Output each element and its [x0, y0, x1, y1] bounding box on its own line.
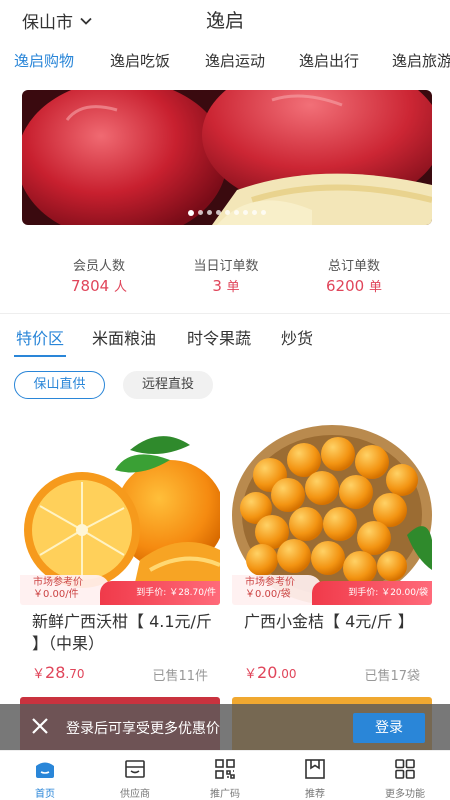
stat-value: 3 单	[212, 277, 240, 295]
apple-banner-image	[22, 90, 432, 225]
category-tab-tourism[interactable]: 逸启旅游	[392, 50, 450, 71]
nav-label: 供应商	[120, 789, 150, 800]
deal-price: 到手价: ￥28.70/件	[100, 581, 220, 605]
deal-price: 到手价: ￥20.00/袋	[312, 581, 432, 605]
stat-label: 总订单数	[327, 259, 380, 274]
tab-grain-oil[interactable]: 米面粮油	[92, 325, 156, 349]
banner-dot[interactable]	[234, 210, 239, 215]
product-name: 广西小金桔【 4元/斤 】	[244, 612, 414, 631]
product-card[interactable]: 市场参考价 ￥0.00/袋 到手价: ￥20.00/袋 广西小金桔【 4元/斤 …	[232, 420, 432, 684]
price-strip: 市场参考价 ￥0.00/件 到手价: ￥28.70/件	[20, 575, 220, 605]
product-bottom-row: ￥28.70 已售11件	[20, 659, 220, 684]
product-bottom-row: ￥20.00 已售17袋	[232, 659, 432, 684]
tab-roasted-snacks[interactable]: 炒货	[281, 325, 313, 349]
login-prompt-text: 登录后可享受更多优惠价	[66, 721, 220, 737]
market-reference-price: 市场参考价 ￥0.00/袋	[232, 575, 322, 605]
stat-value: 7804 人	[71, 277, 127, 295]
sold-count: 已售17袋	[364, 669, 420, 684]
banner-dot[interactable]	[198, 210, 203, 215]
banner-dot[interactable]	[252, 210, 257, 215]
top-header: 保山市 逸启	[0, 0, 450, 38]
banner-dot[interactable]	[216, 210, 221, 215]
stat-daily-orders: 当日订单数 3 单	[161, 255, 291, 295]
app-title: 逸启	[205, 10, 244, 32]
category-tab-food[interactable]: 逸启吃饭	[110, 50, 170, 71]
product-image: 市场参考价 ￥0.00/件 到手价: ￥28.70/件	[20, 420, 220, 605]
nav-item-recommend[interactable]: 推荐	[270, 757, 360, 800]
sold-count: 已售11件	[152, 669, 208, 684]
stat-members: 会员人数 7804 人	[34, 255, 164, 295]
qrcode-icon	[215, 759, 235, 779]
product-image: 市场参考价 ￥0.00/袋 到手价: ￥20.00/袋	[232, 420, 432, 605]
banner-dot[interactable]	[243, 210, 248, 215]
nav-label: 更多功能	[385, 789, 425, 800]
divider	[0, 313, 450, 314]
banner-dots	[22, 210, 432, 216]
stat-total-orders: 总订单数 6200 单	[289, 255, 419, 295]
nav-item-home[interactable]: 首页	[0, 757, 90, 800]
price-strip: 市场参考价 ￥0.00/袋 到手价: ￥20.00/袋	[232, 575, 432, 605]
nav-item-supplier[interactable]: 供应商	[90, 757, 180, 800]
category-tab-sports[interactable]: 逸启运动	[205, 50, 265, 71]
active-tab-underline	[14, 355, 66, 357]
banner-dot[interactable]	[207, 210, 212, 215]
filter-baoshan-direct[interactable]: 保山直供	[14, 371, 105, 399]
banner-dot[interactable]	[261, 210, 266, 215]
grid-icon	[395, 759, 415, 779]
recommend-icon	[305, 759, 325, 779]
product-card[interactable]: 市场参考价 ￥0.00/件 到手价: ￥28.70/件 新鲜广西沃柑【 4.1元…	[20, 420, 220, 684]
home-icon	[36, 762, 54, 778]
nav-label: 首页	[35, 789, 55, 800]
bottom-nav: 首页 供应商 推广码 推荐 更多功能	[0, 750, 450, 800]
tab-seasonal-produce[interactable]: 时令果蔬	[187, 325, 251, 349]
banner-dot[interactable]	[225, 210, 230, 215]
product-price: ￥20.00	[244, 663, 297, 682]
login-prompt-bar: 登录后可享受更多优惠价 登录	[0, 704, 450, 750]
category-tab-shopping[interactable]: 逸启购物	[14, 50, 74, 71]
filter-remote-direct[interactable]: 远程直投	[123, 371, 213, 399]
nav-item-qrcode[interactable]: 推广码	[180, 757, 270, 800]
supplier-icon	[125, 760, 145, 778]
stat-value: 6200 单	[326, 277, 382, 295]
category-tab-travel[interactable]: 逸启出行	[299, 50, 359, 71]
stat-label: 会员人数	[72, 259, 125, 274]
nav-label: 推广码	[210, 789, 240, 800]
close-icon[interactable]	[30, 716, 50, 736]
category-tabs: 逸启购物 逸启吃饭 逸启运动 逸启出行 逸启旅游	[0, 50, 450, 78]
stat-label: 当日订单数	[193, 259, 259, 274]
product-name: 新鲜广西沃柑【 4.1元/斤 】（中果）	[32, 612, 212, 653]
nav-item-more[interactable]: 更多功能	[360, 757, 450, 800]
product-sub-tabs: 特价区 米面粮油 时令果蔬 炒货	[0, 325, 450, 359]
nav-label: 推荐	[305, 789, 325, 800]
banner-dot[interactable]	[188, 210, 194, 216]
promo-banner[interactable]	[22, 90, 432, 225]
tab-specials[interactable]: 特价区	[16, 325, 64, 349]
market-reference-price: 市场参考价 ￥0.00/件	[20, 575, 110, 605]
app-page: 保山市 逸启 逸启购物 逸启吃饭 逸启运动 逸启出行 逸启旅游 会员人数 780…	[0, 0, 450, 800]
product-price: ￥28.70	[32, 663, 85, 682]
login-button[interactable]: 登录	[353, 713, 425, 743]
stats-row: 会员人数 7804 人 当日订单数 3 单 总订单数 6200 单	[0, 255, 450, 305]
